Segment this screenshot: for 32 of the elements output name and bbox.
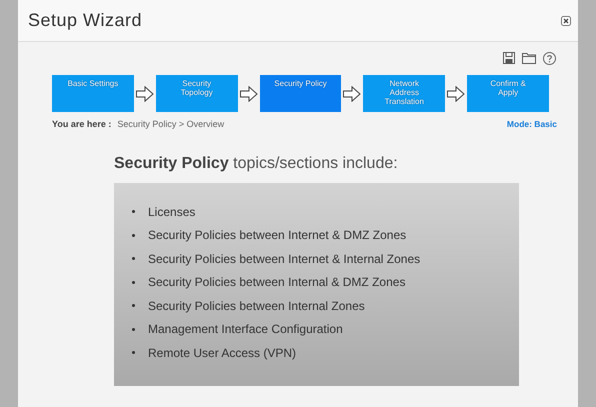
wizard-step[interactable]: Basic Settings xyxy=(52,75,134,112)
breadcrumb-path: Security Policy > Overview xyxy=(117,119,224,129)
bullet-icon xyxy=(132,280,135,284)
folder-icon[interactable] xyxy=(522,52,536,64)
wizard-step[interactable]: Security Topology xyxy=(156,75,238,112)
wizard-step[interactable]: Confirm & Apply xyxy=(467,75,550,112)
bullet-icon xyxy=(132,210,135,214)
bullet-icon xyxy=(132,304,135,308)
bullet-icon xyxy=(132,234,135,237)
topic-item: Remote User Access (VPN) xyxy=(148,346,296,360)
bullet-icon xyxy=(132,351,135,354)
topic-item: Security Policies between Internal & DMZ Zones xyxy=(148,275,406,290)
close-button[interactable] xyxy=(560,14,572,26)
wizard-step[interactable]: Network Address Translation xyxy=(363,75,446,112)
bullet-icon xyxy=(132,257,135,260)
bullet-icon xyxy=(132,328,135,331)
topic-item: Security Policies between Internet & DMZ Zones xyxy=(148,228,406,242)
section-heading: Security Policy topics/sections include: xyxy=(114,155,399,173)
arrow-icon xyxy=(343,86,362,102)
topic-item: Security Policies between Internal Zones xyxy=(148,298,365,313)
topic-item: Management Interface Configuration xyxy=(148,322,343,336)
window-title: Setup Wizard xyxy=(28,10,142,31)
wizard-step[interactable]: Security Policy xyxy=(260,75,342,112)
arrow-icon xyxy=(447,86,466,102)
topic-item: Licenses xyxy=(148,204,196,219)
save-icon[interactable] xyxy=(503,52,515,64)
breadcrumb-label: You are here : xyxy=(52,119,112,129)
arrow-icon xyxy=(136,86,154,102)
mode-label: Mode: Basic xyxy=(506,119,557,129)
topic-item: Security Policies between Internet & Internal Zones xyxy=(148,252,420,266)
help-icon[interactable] xyxy=(543,52,556,64)
arrow-icon xyxy=(240,86,258,102)
